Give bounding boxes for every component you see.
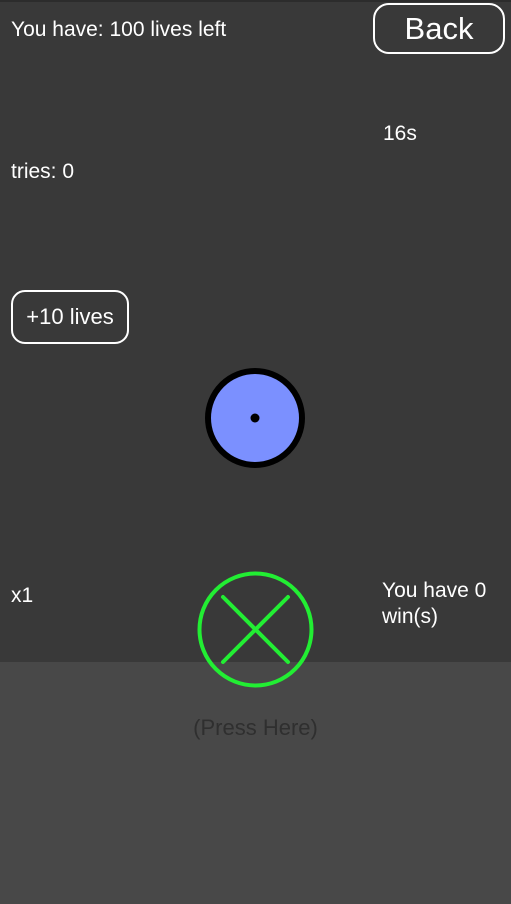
- press-area-label: (Press Here): [193, 715, 318, 740]
- top-edge-divider: [0, 0, 511, 2]
- add-lives-button[interactable]: +10 lives: [11, 290, 129, 344]
- back-button[interactable]: Back: [373, 3, 505, 54]
- wins-counter: You have 0 win(s): [382, 579, 493, 628]
- game-screen: You have: 100 lives left Back 16s tries:…: [0, 0, 511, 904]
- target-x-icon[interactable]: [197, 571, 314, 688]
- press-area[interactable]: (Press Here): [0, 662, 511, 904]
- lives-counter: You have: 100 lives left: [11, 18, 227, 41]
- multiplier-label: x1: [11, 584, 34, 607]
- timer-label: 16s: [383, 122, 417, 145]
- tries-counter: tries: 0: [11, 160, 75, 183]
- ball-icon: [205, 368, 305, 468]
